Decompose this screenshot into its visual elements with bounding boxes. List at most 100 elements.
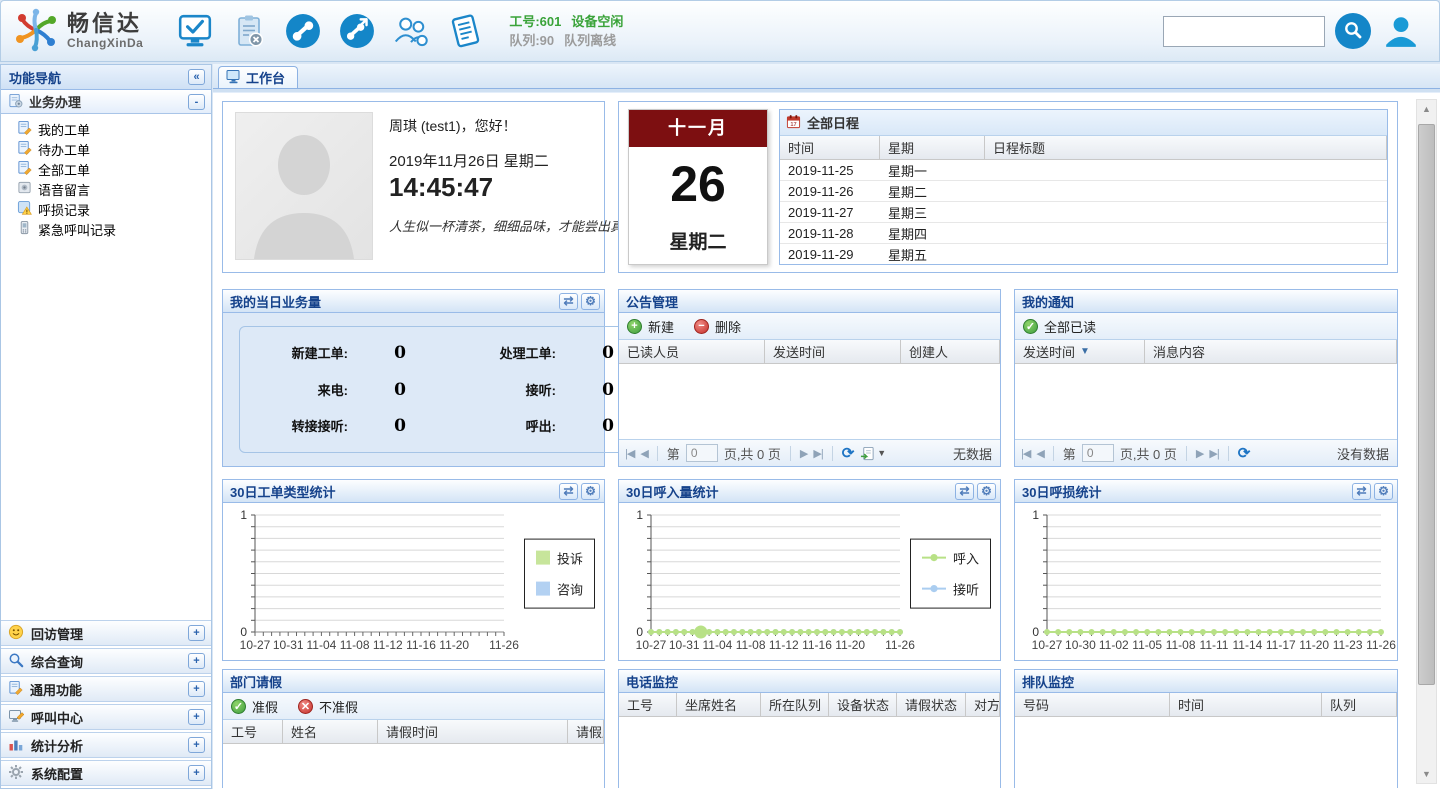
table-row[interactable]: 2019-11-27星期三	[780, 202, 1387, 223]
column-header-所在队列[interactable]: 所在队列	[761, 693, 829, 716]
table-row[interactable]: 2019-11-25星期一	[780, 160, 1387, 181]
sidebar-item-全部工单[interactable]: 全部工单	[17, 159, 211, 179]
settings-button[interactable]: ⚙	[977, 483, 996, 500]
sort-desc-icon: ▼	[1080, 346, 1090, 357]
next-page-button[interactable]: ▶	[800, 447, 807, 460]
legend-item-咨询: 咨询	[536, 579, 583, 598]
column-header-消息内容[interactable]: 消息内容	[1145, 340, 1397, 363]
section-expand-button[interactable]: +	[188, 681, 205, 697]
export-icon[interactable]: ▼	[860, 446, 886, 461]
column-header-时间[interactable]: 时间	[1170, 693, 1322, 716]
tab-workbench[interactable]: 工作台	[218, 66, 298, 88]
settings-button[interactable]: ⚙	[1374, 483, 1393, 500]
sidebar-section-label: 业务办理	[29, 92, 81, 111]
section-expand-button[interactable]: +	[188, 709, 205, 725]
refresh-icon[interactable]: ⟳	[842, 444, 855, 462]
column-header-请假时间[interactable]: 请假时间	[378, 720, 568, 743]
search-button[interactable]	[1335, 13, 1371, 49]
column-header-工号[interactable]: 工号	[619, 693, 677, 716]
chart-legend: 呼入接听	[910, 538, 991, 608]
table-row[interactable]: 2019-11-28星期四	[780, 223, 1387, 244]
column-header-号码[interactable]: 号码	[1015, 693, 1170, 716]
phone-monitor-panel: 电话监控 工号坐席姓名所在队列设备状态请假状态对方号码	[618, 669, 1001, 788]
workstation-check-icon[interactable]	[175, 11, 215, 51]
search-input[interactable]	[1163, 16, 1325, 47]
svg-text:11-20: 11-20	[1299, 638, 1329, 652]
column-header-队列[interactable]: 队列	[1322, 693, 1397, 716]
page-number-input[interactable]	[1082, 444, 1114, 462]
vertical-scrollbar[interactable]: ▲ ▼	[1416, 99, 1437, 784]
sidebar-section-综合查询[interactable]: 综合查询 +	[1, 648, 211, 674]
column-header-时间[interactable]: 时间	[780, 136, 880, 159]
sidebar-item-呼损记录[interactable]: 呼损记录	[17, 199, 211, 219]
section-label: 统计分析	[31, 736, 83, 755]
refresh-button[interactable]: ⇄	[559, 293, 578, 310]
svg-text:1: 1	[636, 508, 643, 522]
phone-icon[interactable]	[283, 11, 323, 51]
column-header-发送时间[interactable]: 发送时间	[765, 340, 901, 363]
section-expand-button[interactable]: +	[188, 653, 205, 669]
refresh-button[interactable]: ⇄	[955, 483, 974, 500]
daily-stats-panel: 我的当日业务量 ⇄⚙ 新建工单:0处理工单:0来电:0接听:0转接接听:0呼出:…	[222, 289, 605, 467]
column-header-坐席姓名[interactable]: 坐席姓名	[677, 693, 761, 716]
table-row[interactable]: 2019-11-29星期五	[780, 244, 1387, 264]
clipboard-cancel-icon[interactable]	[229, 11, 269, 51]
refresh-button[interactable]: ⇄	[1352, 483, 1371, 500]
section-expand-button[interactable]: +	[188, 765, 205, 781]
sidebar-section-呼叫中心[interactable]: 呼叫中心 +	[1, 704, 211, 730]
column-header-创建人[interactable]: 创建人	[901, 340, 1000, 363]
sidebar-collapse-button[interactable]: «	[188, 69, 205, 85]
stat-value: 0	[352, 380, 448, 400]
准假-button[interactable]: ✓准假	[231, 697, 278, 716]
sidebar-item-待办工单[interactable]: 待办工单	[17, 139, 211, 159]
table-row[interactable]: 2019-11-26星期二	[780, 181, 1387, 202]
sidebar-section-统计分析[interactable]: 统计分析 +	[1, 732, 211, 758]
settings-button[interactable]: ⚙	[581, 293, 600, 310]
column-header-已读人员[interactable]: 已读人员	[619, 340, 765, 363]
column-header-星期[interactable]: 星期	[880, 136, 985, 159]
scroll-up-arrow-icon[interactable]: ▲	[1417, 100, 1436, 118]
sidebar-section-回访管理[interactable]: 回访管理 +	[1, 620, 211, 646]
column-header-日程标题[interactable]: 日程标题	[985, 136, 1387, 159]
last-page-button[interactable]: ▶|	[813, 447, 822, 460]
refresh-icon[interactable]: ⟳	[1238, 444, 1251, 462]
sidebar-section-通用功能[interactable]: 通用功能 +	[1, 676, 211, 702]
sidebar-item-语音留言[interactable]: 语音留言	[17, 179, 211, 199]
section-collapse-button[interactable]: -	[188, 94, 205, 110]
sidebar-item-我的工单[interactable]: 我的工单	[17, 119, 211, 139]
column-header-发送时间[interactable]: 发送时间▼	[1015, 340, 1145, 363]
删除-button[interactable]: −删除	[694, 317, 741, 336]
column-header-姓名[interactable]: 姓名	[283, 720, 378, 743]
notes-icon[interactable]	[445, 11, 485, 51]
column-header-请假状态[interactable]: 请假状态	[897, 693, 966, 716]
column-header-设备状态[interactable]: 设备状态	[829, 693, 897, 716]
next-page-button[interactable]: ▶	[1196, 447, 1203, 460]
不准假-button[interactable]: ✕不准假	[298, 697, 358, 716]
phone-transfer-icon[interactable]	[337, 11, 377, 51]
first-page-button[interactable]: |◀	[1021, 447, 1030, 460]
column-header-工号[interactable]: 工号	[223, 720, 283, 743]
column-header-对方号码[interactable]: 对方号码	[966, 693, 1000, 716]
sidebar-item-紧急呼叫记录[interactable]: 紧急呼叫记录	[17, 219, 211, 239]
sidebar-section-business[interactable]: 业务办理 -	[1, 90, 211, 114]
last-page-button[interactable]: ▶|	[1209, 447, 1218, 460]
column-header-请假原因[interactable]: 请假原因	[568, 720, 604, 743]
新建-button[interactable]: +新建	[627, 317, 674, 336]
stat-label: 呼出:	[448, 416, 560, 436]
scroll-down-arrow-icon[interactable]: ▼	[1417, 765, 1436, 783]
prev-page-button[interactable]: ◀	[1036, 447, 1043, 460]
settings-button[interactable]: ⚙	[581, 483, 600, 500]
section-expand-button[interactable]: +	[188, 737, 205, 753]
conference-icon[interactable]	[391, 11, 431, 51]
first-page-button[interactable]: |◀	[625, 447, 634, 460]
legend-item-呼入: 呼入	[922, 548, 979, 567]
page-number-input[interactable]	[686, 444, 718, 462]
sidebar-section-系统配置[interactable]: 系统配置 +	[1, 760, 211, 786]
prev-page-button[interactable]: ◀	[640, 447, 647, 460]
scrollbar-thumb[interactable]	[1418, 124, 1435, 685]
refresh-button[interactable]: ⇄	[559, 483, 578, 500]
user-profile-icon[interactable]	[1381, 11, 1421, 51]
全部已读-button[interactable]: ✓全部已读	[1023, 317, 1096, 336]
tree-item-label: 全部工单	[38, 160, 90, 179]
section-expand-button[interactable]: +	[188, 625, 205, 641]
